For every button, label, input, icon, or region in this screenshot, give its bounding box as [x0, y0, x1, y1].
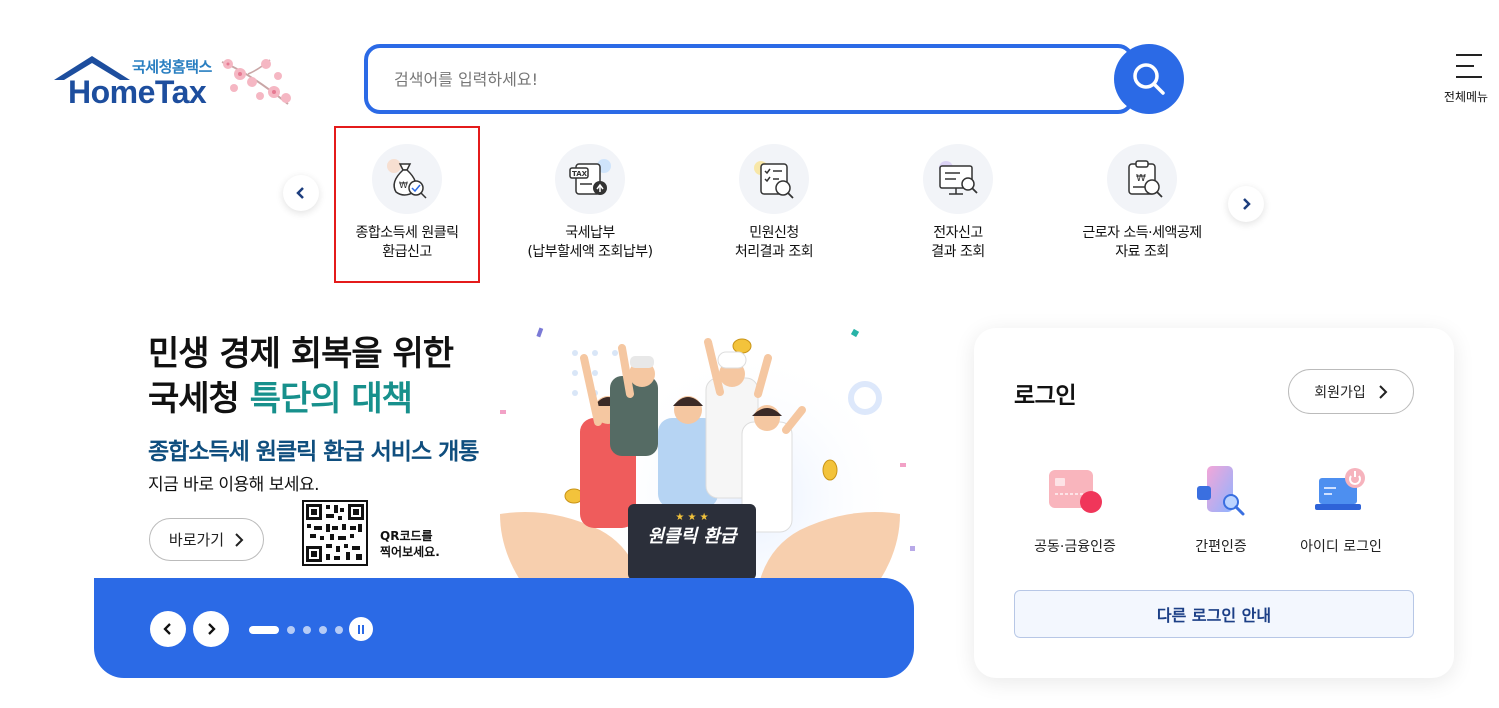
- quick-menu-item-e-filing-result[interactable]: 전자신고결과 조회: [878, 144, 1038, 262]
- quick-menu-label-line2: 결과 조회: [931, 244, 985, 260]
- login-option-label: 간편인증: [1195, 539, 1247, 555]
- signup-button[interactable]: 회원가입: [1288, 369, 1414, 414]
- all-menu-button[interactable]: 전체메뉴: [1440, 54, 1498, 105]
- chevron-left-icon: [296, 187, 304, 199]
- slide-indicator-dot[interactable]: [335, 626, 343, 634]
- login-option-certificate[interactable]: 공동·금융인증: [1010, 458, 1140, 556]
- quick-menu-label-line2: 처리결과 조회: [734, 244, 814, 260]
- mobile-search-icon: [1156, 458, 1286, 520]
- hamburger-icon: [1456, 54, 1482, 78]
- banner-headline-line2a: 국세청: [148, 379, 250, 419]
- login-option-label: 공동·금융인증: [1034, 539, 1116, 555]
- other-login-guide-button[interactable]: 다른 로그인 안내: [1014, 590, 1414, 638]
- slide-indicator-dot[interactable]: [249, 626, 279, 634]
- chevron-right-icon: [208, 623, 216, 635]
- slide-indicator-dot[interactable]: [303, 626, 311, 634]
- quick-menu-next-button[interactable]: [1228, 186, 1264, 222]
- quick-menu-label-line1: 민원신청: [749, 225, 799, 241]
- pause-button[interactable]: [349, 617, 373, 641]
- clipboard-search-icon: ₩: [1107, 144, 1177, 214]
- qr-caption-line1: QR코드를: [380, 529, 433, 543]
- banner-subheadline: 종합소득세 원클릭 환급 서비스 개통: [148, 439, 479, 465]
- logo-wordmark: HomeTax: [68, 74, 207, 110]
- search-icon: [1133, 63, 1165, 95]
- sign-stars: ★ ★ ★: [675, 512, 708, 523]
- search-button[interactable]: [1114, 44, 1184, 114]
- slide-indicator-dot[interactable]: [287, 626, 295, 634]
- banner-next-button[interactable]: [193, 611, 229, 647]
- search-input[interactable]: [368, 48, 1130, 110]
- login-panel: 로그인 회원가입 공동·금융인증 간편인증 아이디 로그인 다른 로그인 안내: [974, 328, 1454, 678]
- banner-illustration: ★ ★ ★ 원클릭 환급: [500, 327, 915, 580]
- document-search-icon: [739, 144, 809, 214]
- qr-code: [302, 500, 368, 566]
- selected-item-highlight-box: [334, 126, 480, 283]
- quick-menu-item-tax-payment[interactable]: TAX 국세납부 (납부할세액 조회납부): [510, 144, 670, 262]
- go-now-label: 바로가기: [168, 531, 225, 549]
- laptop-power-icon: [1276, 458, 1406, 520]
- pause-icon: [358, 624, 360, 634]
- monitor-search-icon: [923, 144, 993, 214]
- qr-caption-line2: 찍어보세요.: [380, 545, 440, 559]
- quick-menu-label-line2: (납부할세액 조회납부): [527, 244, 653, 260]
- login-option-simple-auth[interactable]: 간편인증: [1156, 458, 1286, 556]
- login-option-id-login[interactable]: 아이디 로그인: [1276, 458, 1406, 556]
- hometax-logo[interactable]: 국세청홈택스 HomeTax: [52, 52, 302, 112]
- quick-menu-item-worker-deduction[interactable]: ₩ 근로자 소득·세액공제자료 조회: [1062, 144, 1222, 262]
- login-option-label: 아이디 로그인: [1300, 539, 1382, 555]
- chevron-right-icon: [235, 532, 244, 547]
- chevron-right-icon: [1379, 384, 1388, 399]
- banner-headline-line1: 민생 경제 회복을 위한: [148, 334, 454, 374]
- search-box: [364, 44, 1134, 114]
- go-now-button[interactable]: 바로가기: [149, 518, 264, 561]
- banner-prev-button[interactable]: [150, 611, 186, 647]
- tax-document-upload-icon: TAX: [555, 144, 625, 214]
- quick-menu-label-line1: 전자신고: [933, 225, 983, 241]
- sign-text: 원클릭 환급: [647, 526, 739, 547]
- quick-menu-label-line1: 국세납부: [565, 225, 615, 241]
- all-menu-label: 전체메뉴: [1443, 90, 1489, 104]
- banner-headline-highlight: 특단의 대책: [249, 379, 413, 419]
- quick-menu-item-civil-petition[interactable]: 민원신청처리결과 조회: [694, 144, 854, 262]
- quick-menu-label-line1: 근로자 소득·세액공제: [1082, 225, 1202, 241]
- chevron-left-icon: [163, 623, 171, 635]
- svg-text:TAX: TAX: [572, 170, 588, 178]
- cherry-blossom-icon: [221, 59, 291, 105]
- svg-text:₩: ₩: [1136, 173, 1146, 184]
- quick-menu-label-line2: 자료 조회: [1115, 244, 1169, 260]
- login-title: 로그인: [1014, 383, 1076, 409]
- quick-menu-prev-button[interactable]: [283, 175, 319, 211]
- certificate-card-icon: [1010, 458, 1140, 520]
- qr-caption: QR코드를 찍어보세요.: [380, 528, 440, 560]
- chevron-right-icon: [1243, 198, 1251, 210]
- signup-label: 회원가입: [1314, 384, 1366, 401]
- banner-headline: 민생 경제 회복을 위한 국세청 특단의 대책: [148, 332, 454, 422]
- other-login-label: 다른 로그인 안내: [1156, 606, 1272, 625]
- slide-indicator-dot[interactable]: [319, 626, 327, 634]
- banner-body-text: 지금 바로 이용해 보세요.: [148, 475, 320, 495]
